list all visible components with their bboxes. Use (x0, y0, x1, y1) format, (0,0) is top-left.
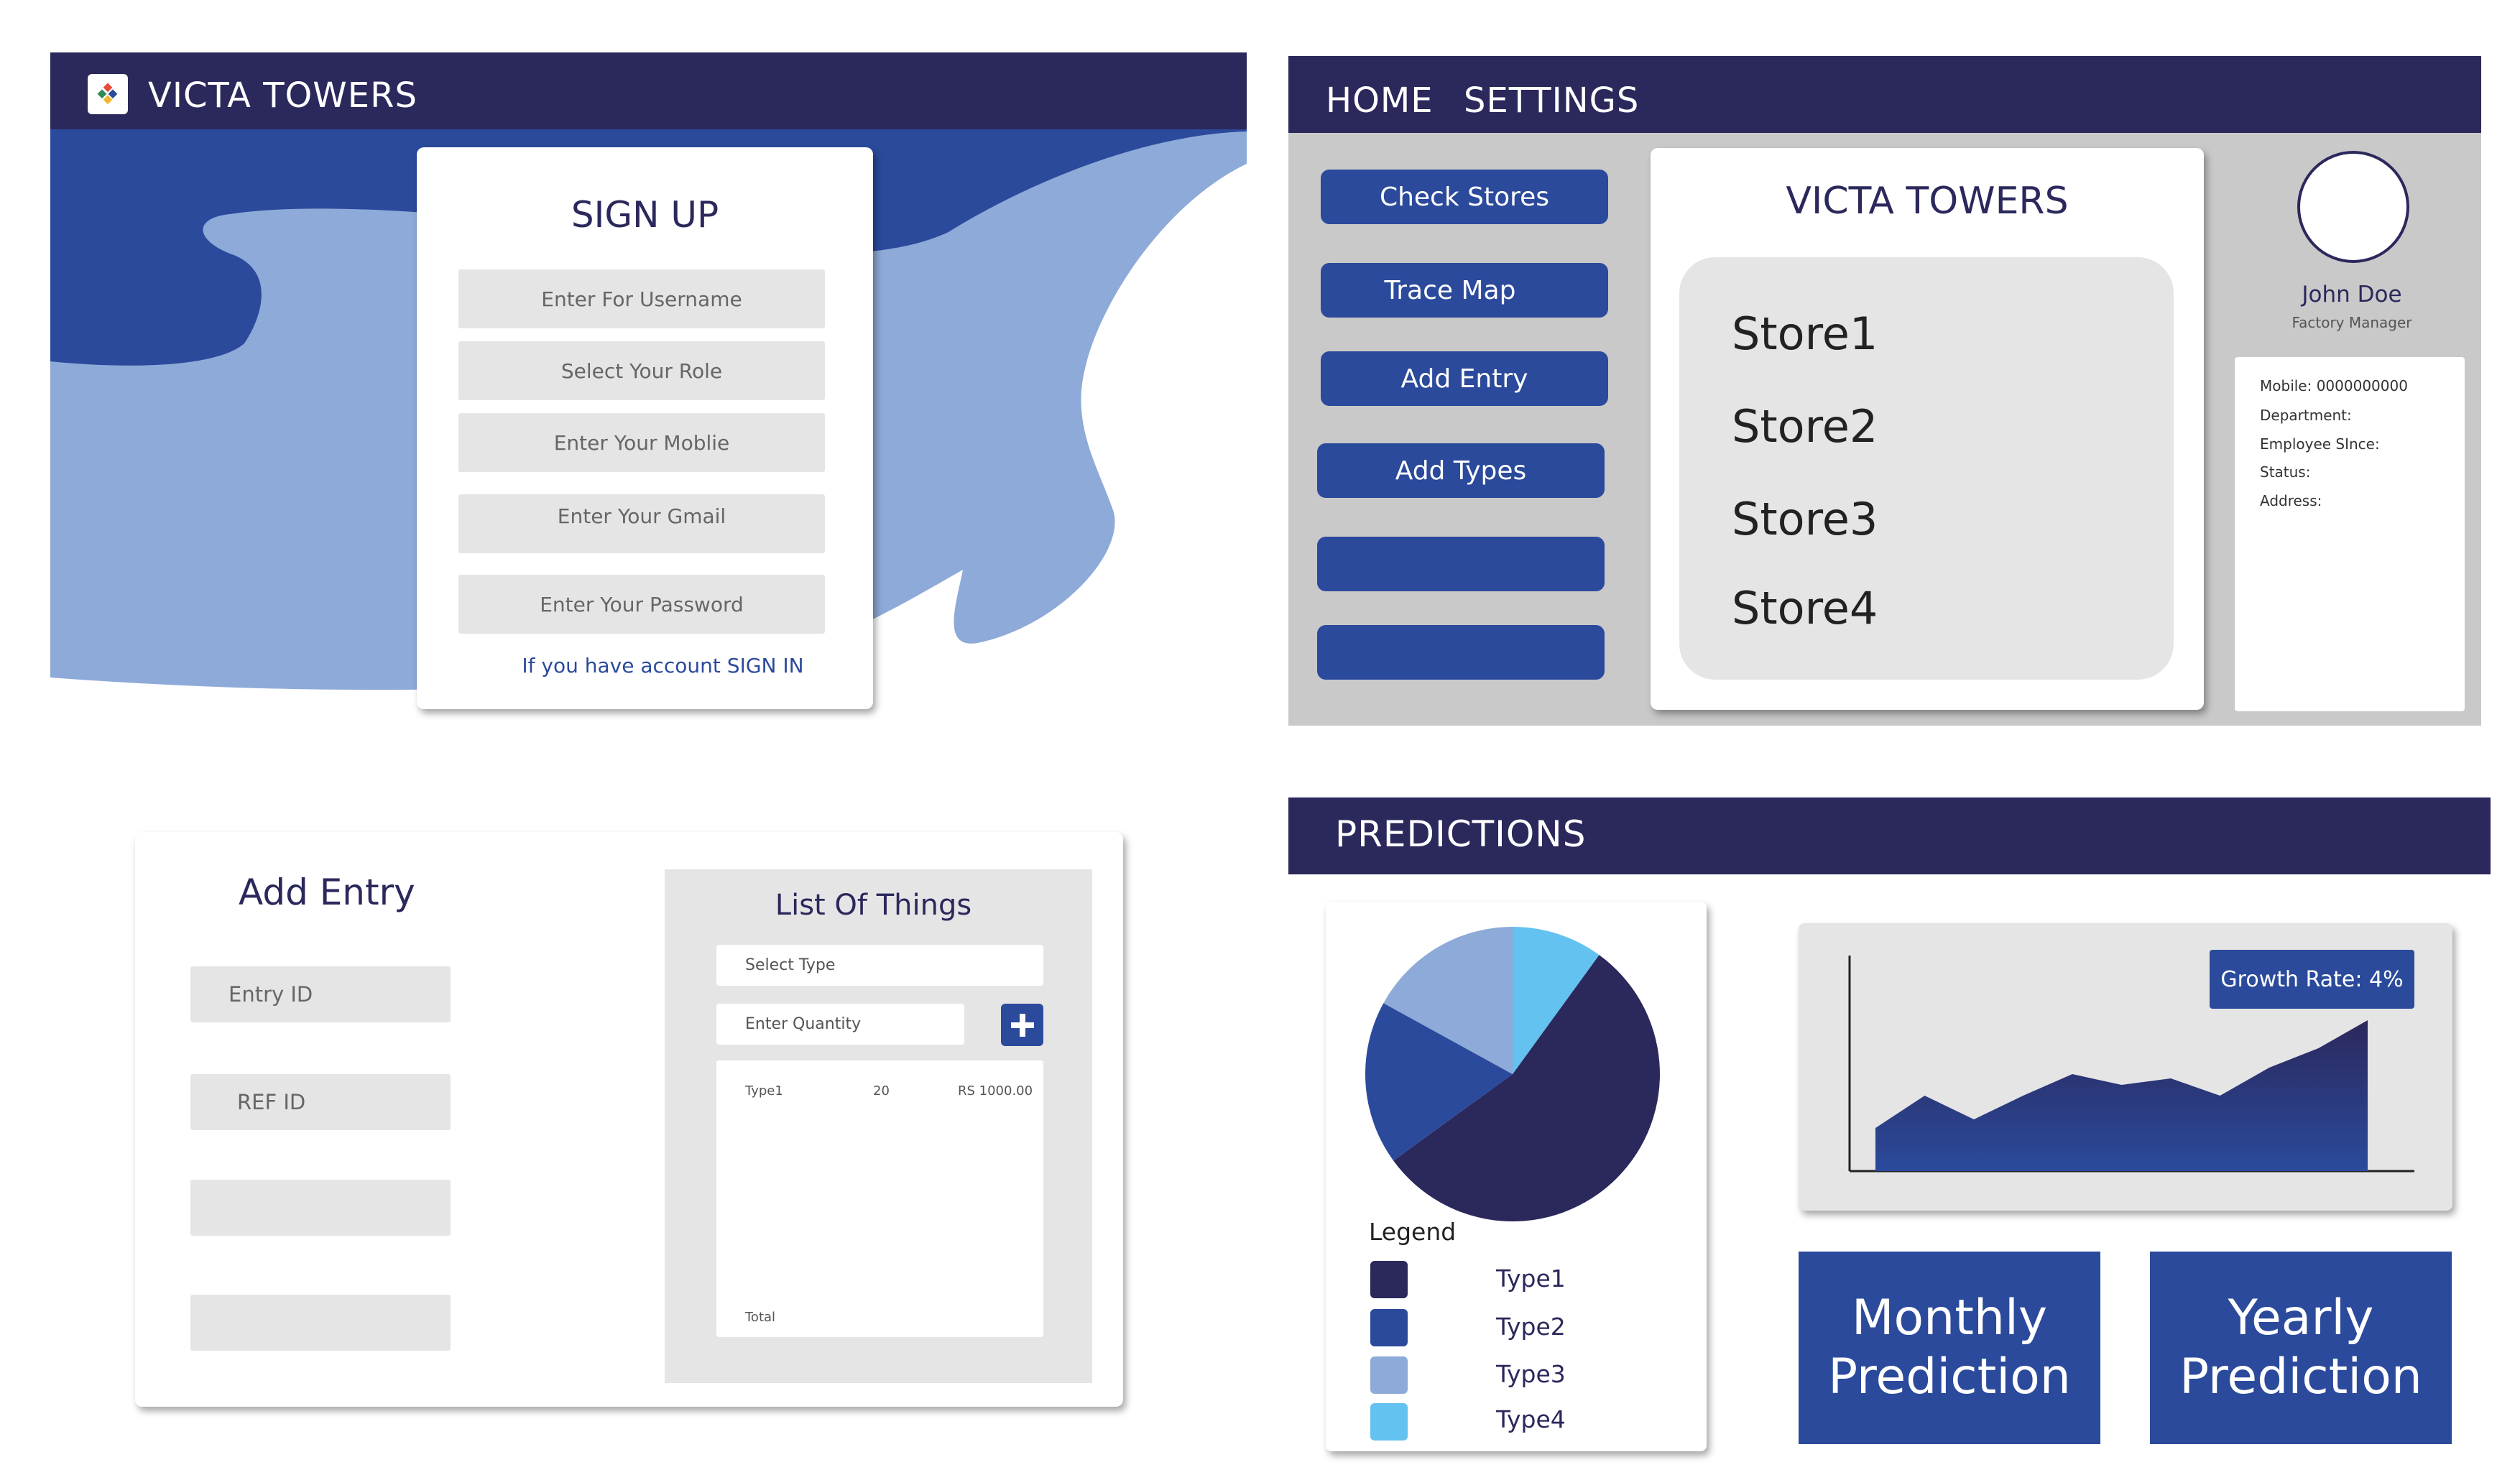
signin-link[interactable]: If you have account SIGN IN (417, 654, 873, 678)
quantity-input[interactable]: Enter Quantity (716, 1004, 964, 1045)
empty-button-1[interactable] (1317, 537, 1605, 591)
legend-label: Type1 (1496, 1264, 1566, 1293)
legend-swatch-type4 (1370, 1403, 1408, 1441)
legend-label: Type3 (1496, 1360, 1566, 1388)
list-title: List Of Things (775, 889, 972, 922)
profile-status: Status: (2260, 463, 2311, 481)
monthly-label-line1: Monthly (1851, 1290, 2048, 1346)
add-entry-button[interactable]: Add Entry (1321, 351, 1608, 406)
growth-rate-badge: Growth Rate: 4% (2210, 950, 2414, 1009)
store-item[interactable]: Store3 (1732, 493, 1878, 545)
profile-role: Factory Manager (2291, 314, 2412, 331)
entry-field-3[interactable] (190, 1180, 451, 1236)
gmail-field[interactable]: Enter Your Gmail (458, 494, 825, 553)
store-item[interactable]: Store2 (1732, 400, 1878, 453)
logo-icon (97, 83, 118, 105)
home-title: VICTA TOWERS (1786, 180, 2069, 223)
nav-home[interactable]: HOME (1326, 80, 1434, 121)
password-field[interactable]: Enter Your Password (458, 575, 825, 634)
plus-icon (1010, 1013, 1034, 1037)
brand-name: VICTA TOWERS (148, 75, 417, 116)
store-item[interactable]: Store1 (1732, 308, 1878, 360)
monthly-label-line2: Prediction (1828, 1349, 2071, 1405)
add-entry-title: Add Entry (239, 871, 415, 913)
yearly-prediction-button[interactable]: Yearly Prediction (2150, 1252, 2452, 1444)
legend-swatch-type1 (1370, 1261, 1408, 1298)
empty-button-2[interactable] (1317, 625, 1605, 680)
growth-area-series (1875, 1020, 2368, 1171)
entry-field-4[interactable] (190, 1295, 451, 1351)
username-field[interactable]: Enter For Username (458, 269, 825, 328)
monthly-prediction-button[interactable]: Monthly Prediction (1799, 1252, 2100, 1444)
item-price: RS 1000.00 (958, 1083, 1033, 1099)
trace-map-button[interactable]: Trace Map (1321, 263, 1608, 318)
items-table (716, 1060, 1043, 1337)
victa-logo (88, 74, 128, 114)
item-type: Type1 (745, 1083, 783, 1099)
add-types-button[interactable]: Add Types (1317, 443, 1605, 498)
profile-department: Department: (2260, 407, 2352, 424)
select-type-input[interactable]: Select Type (716, 945, 1043, 986)
nav-settings[interactable]: SETTINGS (1464, 80, 1639, 121)
pie-chart (1365, 927, 1660, 1221)
predictions-title: PREDICTIONS (1335, 813, 1587, 855)
mobile-field[interactable]: Enter Your Moblie (458, 413, 825, 472)
add-item-button[interactable] (1001, 1004, 1043, 1046)
legend-swatch-type3 (1370, 1356, 1408, 1394)
yearly-label-line2: Prediction (2179, 1349, 2422, 1405)
profile-address: Address: (2260, 492, 2322, 509)
yearly-label-line1: Yearly (2228, 1290, 2374, 1346)
profile-mobile: Mobile: 0000000000 (2260, 377, 2408, 394)
legend-label: Type4 (1496, 1405, 1566, 1433)
avatar[interactable] (2297, 151, 2409, 263)
entry-id-field[interactable]: Entry ID (190, 966, 451, 1022)
legend-title: Legend (1369, 1218, 1457, 1246)
check-stores-button[interactable]: Check Stores (1321, 170, 1608, 224)
role-select[interactable]: Select Your Role (458, 341, 825, 400)
profile-name: John Doe (2302, 282, 2402, 308)
total-label: Total (745, 1310, 776, 1325)
store-item[interactable]: Store4 (1732, 582, 1878, 634)
item-qty: 20 (873, 1083, 890, 1099)
signup-title: SIGN UP (571, 194, 719, 236)
ref-id-field[interactable]: REF ID (190, 1074, 451, 1130)
legend-label: Type2 (1496, 1313, 1566, 1341)
legend-swatch-type2 (1370, 1309, 1408, 1346)
profile-employee-since: Employee SInce: (2260, 435, 2380, 453)
